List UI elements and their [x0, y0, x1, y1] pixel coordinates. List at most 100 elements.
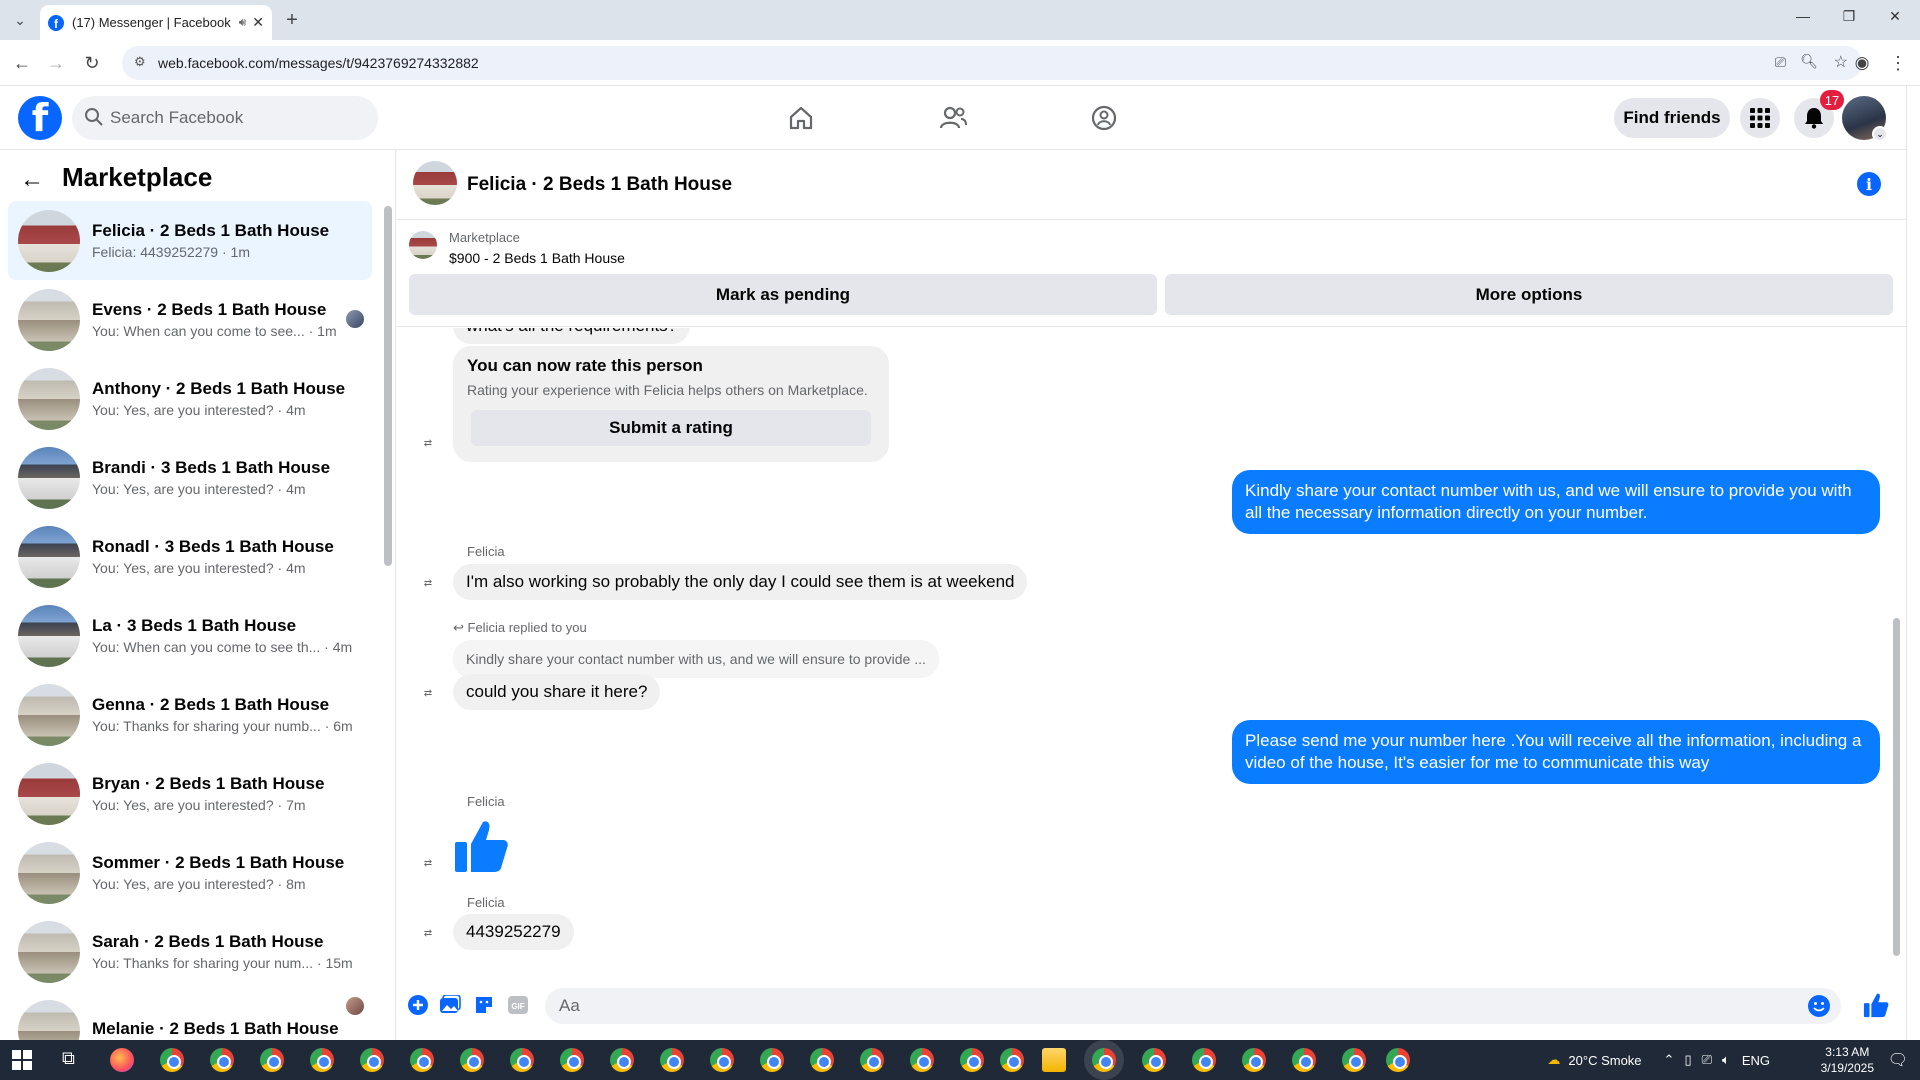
chrome-taskbar-icon[interactable] — [510, 1048, 534, 1072]
chrome-taskbar-icon[interactable] — [710, 1048, 734, 1072]
conversation-item[interactable]: Bryan · 2 Beds 1 Bath House You: Yes, are… — [8, 754, 372, 833]
info-icon[interactable]: i — [1857, 172, 1881, 196]
conversation-item[interactable]: Sommer · 2 Beds 1 Bath House You: Yes, ar… — [8, 833, 372, 912]
back-arrow-icon[interactable]: ← — [20, 166, 44, 194]
install-icon[interactable]: ⎚ — [1775, 54, 1786, 71]
conversation-item[interactable]: Evens · 2 Beds 1 Bath House You: When can… — [8, 280, 372, 359]
photo-icon[interactable] — [437, 992, 463, 1018]
chrome-taskbar-icon[interactable] — [660, 1048, 684, 1072]
conversation-name: Evens · 2 Beds 1 Bath House — [92, 300, 327, 319]
conversation-item[interactable]: Genna · 2 Beds 1 Bath House You: Thanks f… — [8, 675, 372, 754]
reload-icon[interactable]: ↻ — [80, 51, 104, 75]
notification-count-badge: 17 — [1820, 90, 1844, 110]
facebook-logo-icon[interactable]: f — [18, 96, 62, 140]
search-input[interactable]: Search Facebook — [72, 96, 378, 140]
chrome-taskbar-icon[interactable] — [1000, 1048, 1024, 1072]
task-view-icon[interactable]: ⧉ — [62, 1048, 75, 1069]
profile-icon[interactable]: ◉ — [1850, 51, 1874, 75]
chrome-taskbar-icon[interactable] — [160, 1048, 184, 1072]
notification-center-icon[interactable]: 🗨︎ — [1888, 1050, 1908, 1070]
page-scrollbar[interactable] — [1906, 86, 1920, 1040]
chrome-taskbar-icon[interactable] — [1292, 1048, 1316, 1072]
message-input[interactable]: Aa — [545, 988, 1841, 1024]
windows-start-icon[interactable] — [12, 1050, 32, 1070]
new-tab-button[interactable]: + — [280, 8, 304, 32]
chrome-taskbar-icon[interactable] — [310, 1048, 334, 1072]
address-bar[interactable]: ⚙ web.facebook.com/messages/t/9423769274… — [122, 46, 1862, 80]
friends-icon[interactable] — [928, 96, 978, 140]
conversation-name: Sommer · 2 Beds 1 Bath House — [92, 853, 345, 872]
audio-icon[interactable]: 🔊︎ — [239, 15, 247, 30]
battery-icon[interactable]: ▯ — [1684, 1052, 1691, 1068]
chat-avatar[interactable] — [413, 161, 457, 205]
conversation-item[interactable]: Anthony · 2 Beds 1 Bath House You: Yes, a… — [8, 359, 372, 438]
thread-scrollbar[interactable] — [1893, 618, 1900, 956]
weather-icon[interactable]: ☁ — [1547, 1052, 1560, 1068]
sidebar-scrollbar[interactable] — [384, 206, 392, 566]
bookmark-star-icon[interactable]: ☆ — [1834, 52, 1848, 72]
volume-icon[interactable]: 🔈︎ — [1722, 1052, 1730, 1068]
submit-rating-button[interactable]: Submit a rating — [471, 410, 871, 446]
chrome-taskbar-icon[interactable] — [260, 1048, 284, 1072]
emoji-icon[interactable] — [1807, 994, 1831, 1023]
conversation-item[interactable]: Brandi · 3 Beds 1 Bath House You: Yes, ar… — [8, 438, 372, 517]
home-icon[interactable] — [776, 96, 826, 140]
sticker-icon[interactable] — [471, 992, 497, 1018]
account-avatar[interactable]: ⌄ — [1842, 96, 1888, 142]
chrome-taskbar-icon[interactable] — [1142, 1048, 1166, 1072]
menu-grid-icon[interactable] — [1740, 98, 1780, 138]
conversation-item[interactable]: Sarah · 2 Beds 1 Bath House You: Thanks f… — [8, 912, 372, 991]
conversation-item[interactable]: Ronadl · 3 Beds 1 Bath House You: Yes, ar… — [8, 517, 372, 596]
chrome-taskbar-icon[interactable] — [1342, 1048, 1366, 1072]
chrome-taskbar-icon[interactable] — [860, 1048, 884, 1072]
find-friends-button[interactable]: Find friends — [1614, 98, 1730, 138]
close-window-button[interactable]: ✕ — [1872, 8, 1918, 32]
chrome-taskbar-icon[interactable] — [1092, 1048, 1116, 1072]
listing-thumbnail[interactable] — [409, 231, 437, 259]
conversation-item[interactable]: La · 3 Beds 1 Bath House You: When can yo… — [8, 596, 372, 675]
tab-list-icon[interactable]: ⌄ — [8, 8, 32, 32]
file-explorer-taskbar-icon[interactable] — [1042, 1048, 1066, 1072]
chrome-taskbar-icon[interactable] — [410, 1048, 434, 1072]
chrome-taskbar-icon[interactable] — [210, 1048, 234, 1072]
account-dropdown-icon[interactable]: ⌄ — [1872, 126, 1888, 142]
groups-icon[interactable] — [1079, 96, 1129, 140]
chat-title[interactable]: Felicia · 2 Beds 1 Bath House — [467, 174, 732, 196]
chrome-taskbar-icon[interactable] — [910, 1048, 934, 1072]
browser-menu-icon[interactable]: ⋮ — [1886, 51, 1910, 75]
chrome-taskbar-icon[interactable] — [360, 1048, 384, 1072]
chrome-taskbar-icon[interactable] — [1242, 1048, 1266, 1072]
listing-price[interactable]: $900 - 2 Beds 1 Bath House — [449, 250, 625, 266]
weather-text[interactable]: 20°C Smoke — [1568, 1053, 1641, 1068]
minimize-button[interactable]: — — [1780, 8, 1826, 32]
tray-chevron-icon[interactable]: ⌃ — [1664, 1052, 1675, 1068]
clock-time: 3:13 AM — [1825, 1045, 1870, 1059]
chrome-taskbar-icon[interactable] — [1192, 1048, 1216, 1072]
clock[interactable]: 3:13 AM 3/19/2025 — [1821, 1044, 1874, 1076]
maximize-button[interactable]: ❐ — [1826, 8, 1872, 32]
zoom-icon[interactable]: 🔍︎ — [1800, 53, 1818, 70]
conversation-preview: You: Yes, are you interested? · 4m — [92, 402, 306, 418]
more-actions-plus-icon[interactable] — [405, 992, 431, 1018]
chrome-taskbar-icon[interactable] — [1386, 1048, 1410, 1072]
chrome-taskbar-icon[interactable] — [760, 1048, 784, 1072]
firefox-taskbar-icon[interactable] — [110, 1048, 134, 1072]
chrome-taskbar-icon[interactable] — [460, 1048, 484, 1072]
back-icon[interactable]: ← — [10, 51, 34, 75]
more-options-button[interactable]: More options — [1165, 274, 1893, 315]
close-tab-icon[interactable]: ✕ — [252, 14, 264, 31]
conversation-item[interactable]: Melanie · 2 Beds 1 Bath House — [8, 991, 372, 1040]
browser-tab-messenger[interactable]: f (17) Messenger | Facebook 🔊︎ ✕ — [40, 5, 272, 40]
chrome-taskbar-icon[interactable] — [960, 1048, 984, 1072]
conversation-item[interactable]: Felicia · 2 Beds 1 Bath House Felicia: 44… — [8, 201, 372, 280]
chrome-taskbar-icon[interactable] — [560, 1048, 584, 1072]
network-icon[interactable]: ⎚ — [1702, 1052, 1712, 1068]
forward-icon[interactable]: → — [44, 51, 68, 75]
gif-icon[interactable]: GIF — [505, 992, 531, 1018]
language-indicator[interactable]: ENG — [1742, 1053, 1770, 1068]
site-info-icon[interactable]: ⚙ — [134, 54, 146, 70]
mark-as-pending-button[interactable]: Mark as pending — [409, 274, 1157, 315]
chrome-taskbar-icon[interactable] — [810, 1048, 834, 1072]
chrome-taskbar-icon[interactable] — [610, 1048, 634, 1072]
send-like-icon[interactable] — [1861, 990, 1891, 1020]
